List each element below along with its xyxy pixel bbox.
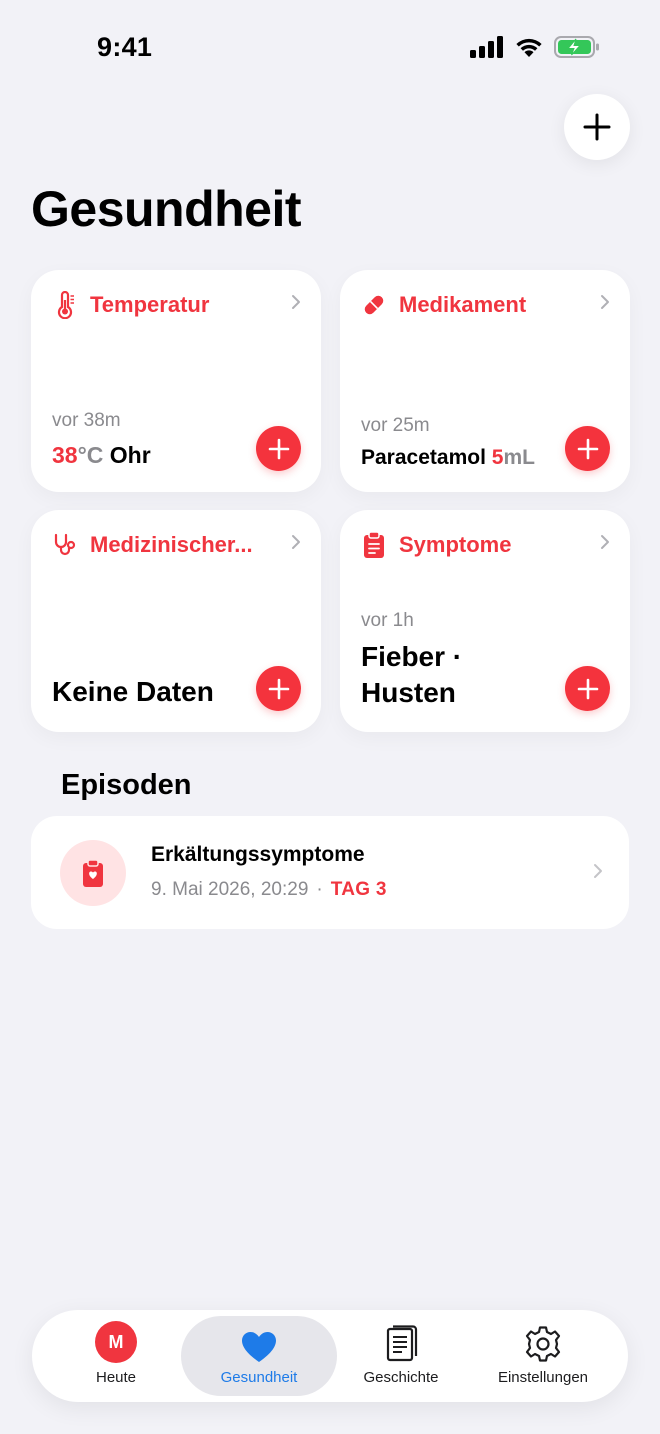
clipboard-icon	[60, 840, 126, 906]
tab-label: Heute	[95, 1369, 137, 1386]
symptoms-card[interactable]: Symptome vor 1h Fieber · Husten	[340, 510, 630, 732]
plus-icon	[268, 678, 289, 699]
chevron-right-icon	[594, 864, 602, 878]
add-entry-button[interactable]	[564, 94, 630, 160]
add-medication-button[interactable]	[565, 426, 610, 471]
medication-value: Paracetamol 5mL	[361, 446, 535, 470]
page-title: Gesundheit	[31, 181, 302, 237]
cellular-signal-icon	[470, 36, 503, 58]
card-timestamp: vor 1h	[361, 610, 414, 631]
temperature-location: Ohr	[109, 442, 151, 468]
symptom-line: Fieber ·	[361, 641, 463, 672]
card-timestamp: vor 25m	[361, 415, 430, 436]
status-icons	[470, 36, 600, 58]
pill-icon	[360, 290, 388, 320]
plus-icon	[268, 438, 289, 459]
thermometer-icon	[51, 290, 79, 320]
temperature-card[interactable]: Temperatur vor 38m 38°C Ohr	[31, 270, 321, 492]
chevron-right-icon	[292, 295, 300, 309]
add-symptom-button[interactable]	[565, 666, 610, 711]
episode-meta: 9. Mai 2026, 20:29 · TAG 3	[151, 879, 387, 901]
plus-icon	[577, 438, 598, 459]
card-header[interactable]: Medizinischer...	[51, 530, 301, 560]
no-data-text: Keine Daten	[52, 676, 214, 707]
episode-separator: ·	[316, 879, 323, 900]
symptoms-value: Fieber · Husten	[361, 639, 462, 711]
chevron-right-icon	[601, 535, 609, 549]
medical-card[interactable]: Medizinischer... Keine Daten	[31, 510, 321, 732]
wifi-icon	[516, 38, 542, 57]
card-title: Medikament	[399, 292, 527, 317]
tab-heute[interactable]: M Heute	[51, 1316, 181, 1396]
chevron-right-icon	[601, 295, 609, 309]
episode-date: 9. Mai 2026, 20:29	[151, 879, 309, 900]
plus-icon	[577, 678, 598, 699]
battery-charging-icon	[554, 36, 599, 58]
medication-card[interactable]: Medikament vor 25m Paracetamol 5mL	[340, 270, 630, 492]
tab-label: Gesundheit	[220, 1369, 298, 1386]
status-time: 9:41	[97, 32, 153, 62]
tab-label: Geschichte	[363, 1369, 439, 1386]
symptom-line: Husten	[361, 677, 456, 708]
book-icon	[386, 1325, 418, 1362]
card-title: Temperatur	[90, 292, 210, 317]
gear-icon	[525, 1326, 561, 1362]
episode-list-item[interactable]: Erkältungssymptome 9. Mai 2026, 20:29 · TA…	[31, 816, 629, 929]
episode-title: Erkältungssymptome	[151, 843, 365, 866]
chevron-right-icon	[292, 535, 300, 549]
card-timestamp: vor 38m	[52, 410, 121, 431]
episodes-section-title: Episoden	[61, 769, 192, 801]
card-header[interactable]: Symptome	[360, 530, 610, 560]
medication-name: Paracetamol	[361, 446, 486, 469]
temperature-unit: °C	[77, 442, 104, 468]
tab-einstellungen[interactable]: Einstellungen	[465, 1316, 621, 1396]
medication-unit: mL	[503, 446, 535, 469]
medication-amount: 5	[491, 446, 504, 469]
card-title: Symptome	[399, 532, 512, 557]
add-temperature-button[interactable]	[256, 426, 301, 471]
tab-bar: M Heute Gesundheit Geschichte Einstellun…	[32, 1310, 628, 1402]
card-header[interactable]: Temperatur	[51, 290, 301, 320]
episode-day-badge: TAG 3	[330, 879, 387, 900]
card-title: Medizinischer...	[90, 532, 253, 557]
add-medical-button[interactable]	[256, 666, 301, 711]
tab-gesundheit[interactable]: Gesundheit	[181, 1316, 337, 1396]
avatar: M	[95, 1321, 137, 1363]
card-header[interactable]: Medikament	[360, 290, 610, 320]
stethoscope-icon	[51, 530, 79, 560]
heart-icon	[242, 1332, 276, 1362]
clipboard-icon	[360, 530, 388, 560]
plus-icon	[583, 113, 611, 141]
tab-geschichte[interactable]: Geschichte	[337, 1316, 465, 1396]
health-screen: 9:41 Gesundheit Temperatur vor 38m 38°C …	[0, 0, 660, 1434]
temperature-number: 38	[52, 442, 78, 468]
temperature-value: 38°C Ohr	[52, 442, 151, 469]
tab-label: Einstellungen	[497, 1369, 589, 1386]
